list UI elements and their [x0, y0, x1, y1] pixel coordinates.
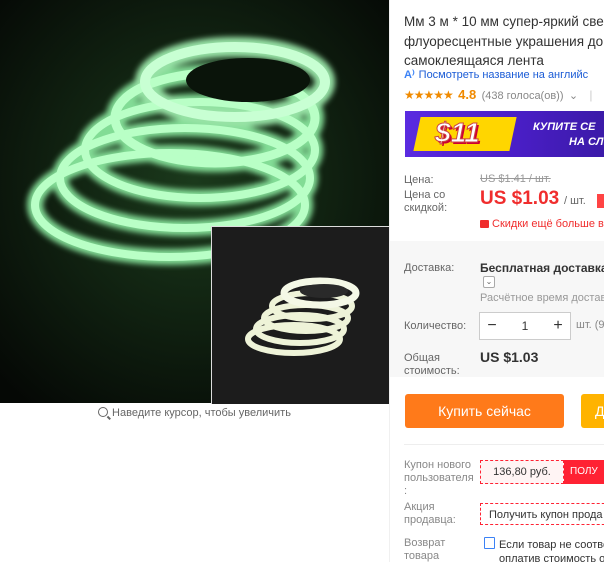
discount-price-label-line: Цена со: [404, 189, 446, 201]
chevron-down-icon[interactable]: ⌄: [483, 276, 495, 288]
translate-link-text: Посмотреть название на английс: [418, 69, 589, 81]
returns-policy-line: оплатив стоимость о: [499, 553, 604, 565]
product-title: Мм 3 м * 10 мм супер-яркий све флуоресце…: [404, 12, 604, 71]
quantity-stepper: − 1 +: [479, 312, 571, 340]
rating-summary[interactable]: ★★★★★ 4.8 (438 голоса(ов)) ⌄ |: [404, 87, 593, 102]
promo-banner[interactable]: $11 КУПИТЕ СЕ НА СЛ: [405, 111, 604, 157]
magnifier-icon: [98, 407, 109, 417]
price-per-unit: / шт.: [564, 195, 586, 207]
return-policy-icon: [484, 537, 495, 549]
seller-promo-label-line: Акция: [404, 501, 435, 513]
tape-rolls-daylight: [212, 227, 390, 404]
chevron-down-icon: ⌄: [568, 90, 579, 102]
total-label-line: Общая: [404, 352, 440, 364]
zoom-hint-text: Наведите курсор, чтобы увеличить: [112, 407, 291, 419]
translate-icon: A⁾: [404, 69, 415, 81]
new-user-coupon-label: Купон нового пользователя :: [404, 459, 474, 498]
rating-separator: |: [589, 88, 593, 102]
quantity-label: Количество:: [404, 320, 467, 332]
returns-policy-line: Если товар не соотве: [499, 539, 604, 551]
new-user-coupon: 136,80 руб. ПОЛУ: [480, 460, 604, 484]
seller-promo-label-line: продавца:: [404, 514, 456, 526]
returns-label: Возврат товара: [404, 537, 445, 563]
rating-score: 4.8: [458, 87, 477, 102]
delivery-estimate: Расчётное время доставк: [480, 292, 604, 304]
returns-label-line: Возврат: [404, 537, 446, 549]
discount-price-label: Цена со скидкой:: [404, 189, 447, 215]
shipping-label: Доставка:: [404, 262, 455, 274]
star-rating-icon: ★★★★★: [404, 88, 454, 102]
total-price: US $1.03: [480, 349, 539, 365]
discount-price: US $1.03: [480, 188, 560, 209]
total-label-line: стоимость:: [404, 365, 460, 377]
cart-icon: [480, 220, 489, 228]
more-discounts-link[interactable]: Скидки ещё больше в: [480, 218, 604, 230]
discount-price-label-line: скидкой:: [404, 202, 448, 214]
returns-label-line: товара: [404, 550, 440, 562]
product-info-panel: Мм 3 м * 10 мм супер-яркий све флуоресце…: [390, 0, 604, 565]
product-title-line: флуоресцентные украшения до: [404, 33, 604, 49]
product-gallery: Наведите курсор, чтобы увеличить: [0, 0, 390, 562]
seller-coupon-button[interactable]: Получить купон прода: [480, 503, 604, 525]
review-count: (438 голоса(ов)): [481, 90, 564, 102]
promo-text-line: НА СЛ: [569, 136, 604, 148]
more-discounts-text: Скидки ещё больше в: [492, 218, 604, 230]
new-user-coupon-label-line: Купон нового: [404, 459, 472, 471]
original-price: US $1.41 / шт.: [480, 173, 551, 185]
section-divider: [404, 444, 604, 445]
quantity-unit: шт. (9: [576, 319, 604, 331]
product-title-line: Мм 3 м * 10 мм супер-яркий све: [404, 14, 604, 29]
total-label: Общая стоимость:: [404, 352, 460, 378]
price-label: Цена:: [404, 174, 434, 186]
view-english-title-link[interactable]: A⁾ Посмотреть название на английс: [404, 68, 588, 81]
promo-text-line: КУПИТЕ СЕ: [533, 121, 596, 133]
add-to-cart-button[interactable]: Д: [581, 394, 604, 428]
quantity-decrease-button[interactable]: −: [480, 313, 504, 339]
coupon-amount: 136,80 руб.: [480, 460, 564, 484]
new-user-coupon-label-line: :: [404, 485, 408, 497]
shipping-method[interactable]: Бесплатная доставка в: [480, 261, 604, 275]
promo-text: КУПИТЕ СЕ НА СЛ: [533, 120, 603, 150]
promo-amount: $11: [435, 117, 481, 149]
seller-promo-label: Акция продавца:: [404, 501, 456, 527]
new-user-coupon-label-line: пользователя: [404, 472, 474, 484]
quantity-input[interactable]: 1: [504, 313, 546, 339]
product-secondary-image[interactable]: [211, 226, 390, 404]
buy-now-button[interactable]: Купить сейчас: [405, 394, 564, 428]
zoom-hint: Наведите курсор, чтобы увеличить: [0, 407, 389, 419]
quantity-increase-button[interactable]: +: [546, 313, 570, 339]
get-coupon-button[interactable]: ПОЛУ: [564, 460, 604, 484]
discount-badge: [597, 194, 604, 208]
